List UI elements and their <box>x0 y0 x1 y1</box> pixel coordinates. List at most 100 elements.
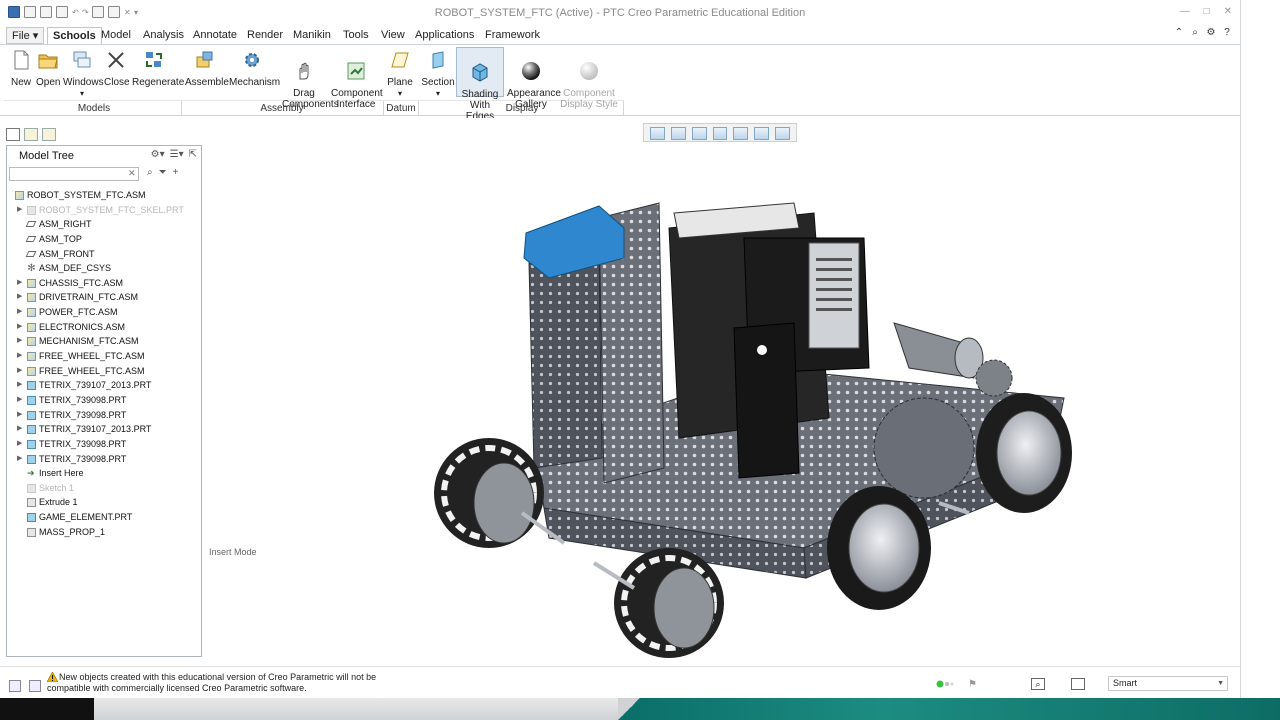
tree-item[interactable]: ➔ Insert Here <box>7 466 201 481</box>
expand-arrow-icon[interactable]: ▶ <box>17 290 22 305</box>
section-button[interactable]: Section ▾ <box>421 49 455 99</box>
favorites-tab-icon[interactable] <box>42 128 56 141</box>
tree-item-label: CHASSIS_FTC.ASM <box>39 277 124 288</box>
tree-item[interactable]: ▶ FREE_WHEEL_FTC.ASM <box>7 349 201 364</box>
tree-item[interactable]: ▶ TETRIX_739098.PRT <box>7 408 201 423</box>
view-manager-icon[interactable] <box>733 127 749 140</box>
expand-arrow-icon[interactable]: ▶ <box>17 276 22 291</box>
spin-center-icon[interactable] <box>775 127 791 140</box>
tree-settings-icon[interactable]: ⚙▾ <box>151 149 165 160</box>
tree-item[interactable]: ROBOT_SYSTEM_FTC.ASM <box>7 188 201 203</box>
expand-arrow-icon[interactable]: ▶ <box>17 378 22 393</box>
expand-arrow-icon[interactable]: ▶ <box>17 334 22 349</box>
tree-item[interactable]: ▶ CHASSIS_FTC.ASM <box>7 276 201 291</box>
tree-item[interactable]: ✻ ASM_DEF_CSYS <box>7 261 201 276</box>
tree-item[interactable]: ASM_RIGHT <box>7 217 201 232</box>
graphics-toolbar <box>643 123 797 142</box>
tab-model[interactable]: Model <box>96 27 136 44</box>
tree-item[interactable]: MASS_PROP_1 <box>7 525 201 540</box>
zoom-in-icon[interactable] <box>670 127 686 140</box>
graphics-viewport[interactable] <box>204 118 1238 666</box>
toggle-navigator-icon[interactable] <box>9 680 21 692</box>
tree-collapse-icon[interactable]: ⇱ <box>189 149 197 160</box>
window-controls: — □ ✕ <box>1180 6 1232 17</box>
saved-orientations-icon[interactable] <box>712 127 728 140</box>
tree-item[interactable]: ▶ TETRIX_739107_2013.PRT <box>7 422 201 437</box>
tree-item[interactable]: ▶ ELECTRONICS.ASM <box>7 320 201 335</box>
tab-tools[interactable]: Tools <box>338 27 374 44</box>
search-icon[interactable]: ⌕ <box>1190 28 1200 38</box>
open-button[interactable]: Open <box>36 49 60 88</box>
component-interface-button[interactable]: Component Interface <box>331 49 383 110</box>
tree-item[interactable]: ▶ TETRIX_739098.PRT <box>7 437 201 452</box>
close-icon[interactable]: ✕ <box>1224 6 1232 17</box>
tree-item[interactable]: ▶ ROBOT_SYSTEM_FTC_SKEL.PRT <box>7 203 201 218</box>
tree-filter-icon[interactable]: ⏷ <box>159 167 167 178</box>
expand-arrow-icon[interactable]: ▶ <box>17 393 22 408</box>
appearance-gallery-button[interactable]: Appearance Gallery <box>507 49 561 110</box>
flag-icon[interactable]: ⚑ <box>968 679 977 690</box>
tree-item[interactable]: ▶ TETRIX_739098.PRT <box>7 452 201 467</box>
settings-icon[interactable]: ⚙ <box>1206 28 1216 38</box>
model-tree-tab-icon[interactable] <box>6 128 20 141</box>
tab-manikin[interactable]: Manikin <box>288 27 336 44</box>
expand-arrow-icon[interactable]: ▶ <box>17 203 22 218</box>
help-icon[interactable]: ? <box>1222 28 1232 38</box>
find-icon[interactable]: ⌕ <box>1030 678 1045 690</box>
mechanism-button[interactable]: Mechanism <box>229 49 280 88</box>
plane-button[interactable]: Plane ▾ <box>387 49 413 99</box>
tab-schools[interactable]: Schools <box>47 27 102 45</box>
close-button[interactable]: Close <box>104 49 130 88</box>
drag-components-button[interactable]: Drag Components <box>282 49 339 110</box>
selection-filter-dropdown[interactable]: Smart ▼ <box>1108 676 1228 691</box>
tree-item[interactable]: ▶ TETRIX_739098.PRT <box>7 393 201 408</box>
tab-view[interactable]: View <box>376 27 410 44</box>
tab-analysis[interactable]: Analysis <box>138 27 189 44</box>
expand-arrow-icon[interactable]: ▶ <box>17 408 22 423</box>
tree-item[interactable]: ▶ POWER_FTC.ASM <box>7 305 201 320</box>
expand-arrow-icon[interactable]: ▶ <box>17 349 22 364</box>
tab-file[interactable]: File ▾ <box>6 27 45 44</box>
tree-item[interactable]: ▶ DRIVETRAIN_FTC.ASM <box>7 290 201 305</box>
selected-items-icon[interactable] <box>1070 678 1085 690</box>
maximize-icon[interactable]: □ <box>1204 6 1210 17</box>
expand-arrow-icon[interactable]: ▶ <box>17 437 22 452</box>
tree-item[interactable]: Sketch 1 <box>7 481 201 496</box>
new-button[interactable]: New <box>10 49 32 88</box>
expand-arrow-icon[interactable]: ▶ <box>17 422 22 437</box>
tab-annotate[interactable]: Annotate <box>188 27 242 44</box>
desktop-taskbar <box>0 698 1280 720</box>
tree-item[interactable]: GAME_ELEMENT.PRT <box>7 510 201 525</box>
tree-item[interactable]: ▶ TETRIX_739107_2013.PRT <box>7 378 201 393</box>
tree-item[interactable]: ASM_FRONT <box>7 247 201 262</box>
collapse-ribbon-icon[interactable]: ⌃ <box>1174 28 1184 38</box>
expand-arrow-icon[interactable]: ▶ <box>17 364 22 379</box>
toggle-browser-icon[interactable] <box>29 680 41 692</box>
tree-search-input[interactable] <box>9 167 139 181</box>
tree-item[interactable]: ▶ MECHANISM_FTC.ASM <box>7 334 201 349</box>
tree-item[interactable]: ▶ FREE_WHEEL_FTC.ASM <box>7 364 201 379</box>
expand-arrow-icon[interactable]: ▶ <box>17 305 22 320</box>
refit-icon[interactable] <box>650 127 665 140</box>
assemble-button[interactable]: Assemble <box>185 49 229 88</box>
robot-model-render[interactable] <box>204 118 1238 666</box>
search-binoculars-icon[interactable]: ⌕ <box>147 167 153 178</box>
folder-browser-tab-icon[interactable] <box>24 128 38 141</box>
display-style-icon[interactable] <box>691 127 707 140</box>
component-display-style-button[interactable]: Component Display Style <box>558 49 620 110</box>
tree-columns-icon[interactable]: ☰▾ <box>170 149 184 160</box>
expand-arrow-icon[interactable]: ▶ <box>17 320 22 335</box>
tab-framework[interactable]: Framework <box>480 27 545 44</box>
minimize-icon[interactable]: — <box>1180 6 1190 17</box>
tree-item[interactable]: Extrude 1 <box>7 495 201 510</box>
windows-button[interactable]: Windows ▾ <box>63 49 104 99</box>
tree-item[interactable]: ASM_TOP <box>7 232 201 247</box>
clear-search-icon[interactable]: ✕ <box>128 168 136 179</box>
datum-display-filters-icon[interactable] <box>754 127 770 140</box>
add-column-icon[interactable]: + <box>173 167 179 178</box>
tab-applications[interactable]: Applications <box>410 27 479 44</box>
shading-with-edges-button[interactable]: Shading With Edges <box>456 47 504 122</box>
tab-render[interactable]: Render <box>242 27 288 44</box>
regenerate-button[interactable]: Regenerate <box>132 49 184 88</box>
expand-arrow-icon[interactable]: ▶ <box>17 452 22 467</box>
